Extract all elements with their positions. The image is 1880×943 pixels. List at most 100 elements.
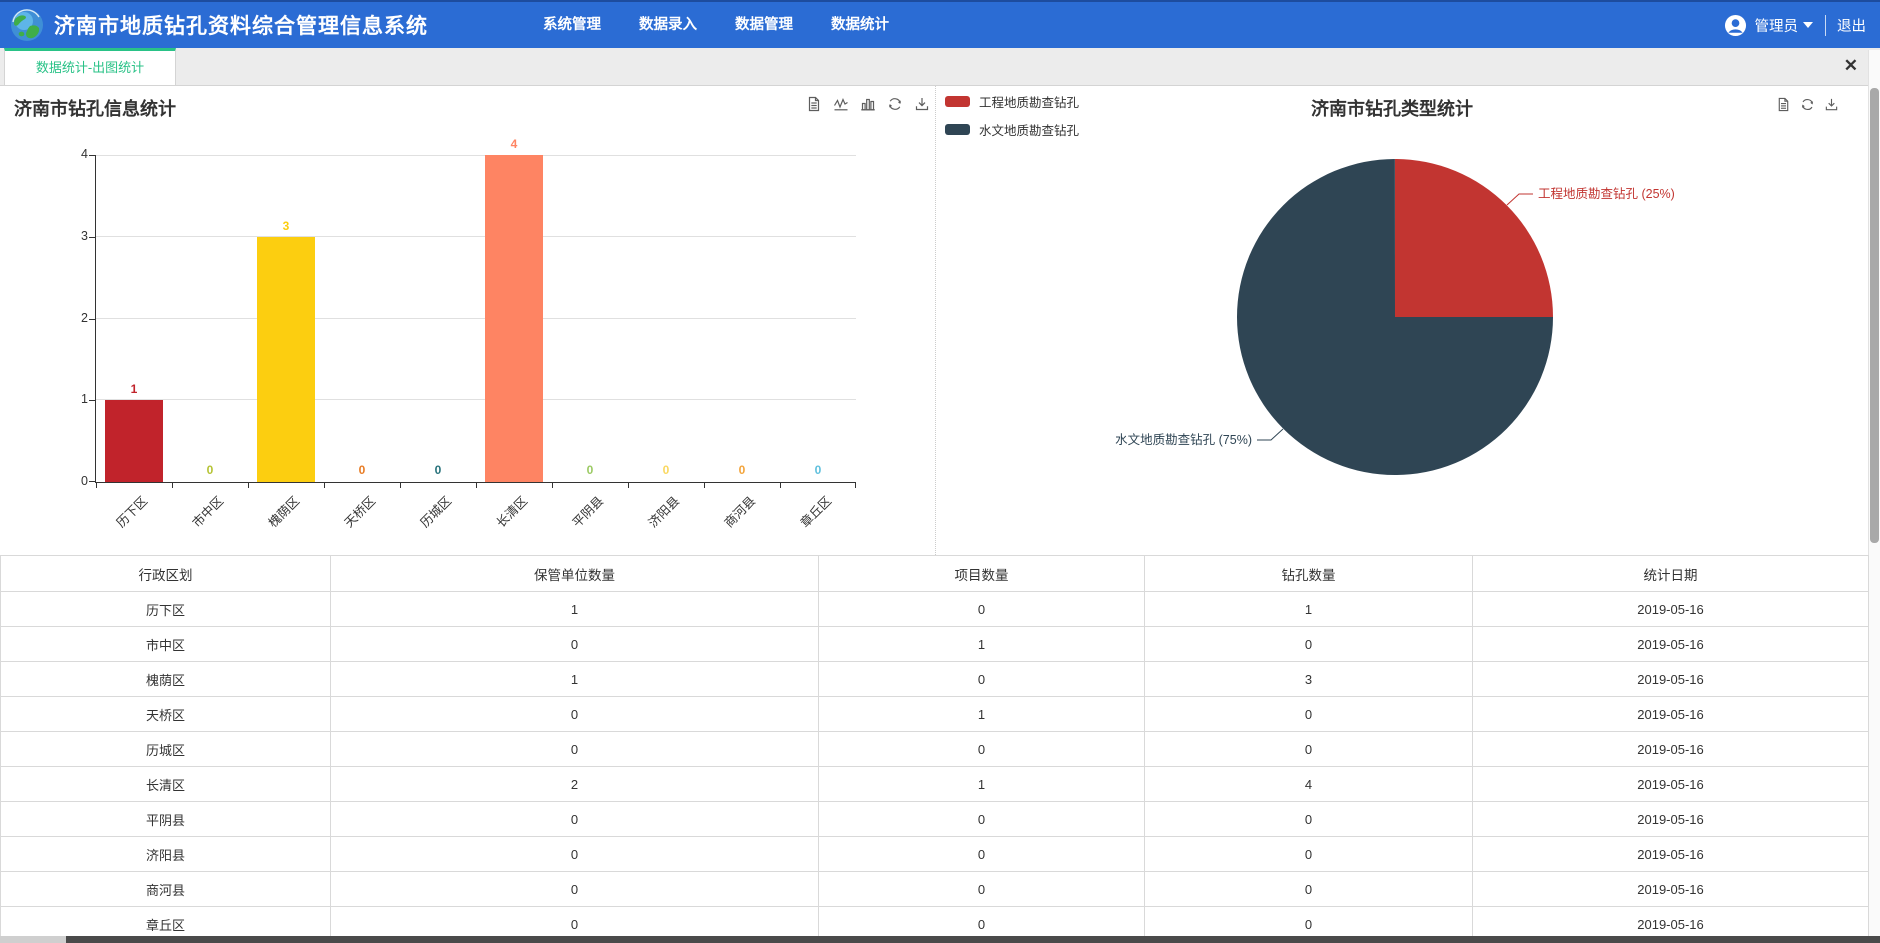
y-axis-tick [89,237,96,238]
horizontal-scrollbar-thumb[interactable] [66,936,1880,943]
x-axis-tick [628,482,629,488]
table-row: 天桥区0102019-05-16 [1,697,1869,732]
vertical-scrollbar-thumb[interactable] [1870,88,1879,543]
table-row: 槐荫区1032019-05-16 [1,662,1869,697]
pie-chart-title: 济南市钻孔类型统计 [1311,95,1473,121]
table-cell: 2019-05-16 [1473,697,1869,732]
y-axis-tick [89,400,96,401]
pie-slice-engineering[interactable] [1395,159,1553,317]
table-cell: 天桥区 [1,697,331,732]
table-cell: 1 [331,662,819,697]
table-header: 行政区划保管单位数量项目数量钻孔数量统计日期 [1,556,1869,592]
table-header-cell: 行政区划 [1,556,331,592]
tab-label: 数据统计-出图统计 [36,60,144,75]
header: 济南市地质钻孔资料综合管理信息系统 系统管理数据录入数据管理数据统计 管理员 退… [0,0,1880,48]
x-axis-category-label: 天桥区 [339,491,379,531]
table-cell: 1 [1145,592,1473,627]
pie-chart-toolbox [1776,97,1840,113]
gridline [96,236,856,237]
table-cell: 0 [331,732,819,767]
table-header-cell: 项目数量 [819,556,1145,592]
x-axis-category-label: 商河县 [719,491,759,531]
table-cell: 历城区 [1,732,331,767]
nav-item[interactable]: 数据录入 [620,2,716,48]
bar-value-label: 0 [172,463,248,477]
table-row: 历下区1012019-05-16 [1,592,1869,627]
bar-value-label: 3 [248,219,324,233]
nav-item[interactable]: 数据统计 [812,2,908,48]
x-axis-category-label: 槐荫区 [263,491,303,531]
user-area: 管理员 退出 [1724,14,1867,37]
close-icon[interactable]: ✕ [1844,55,1858,77]
tab-data-statistics[interactable]: 数据统计-出图统计 [4,48,176,85]
table-cell: 0 [819,662,1145,697]
x-axis-tick [172,482,173,488]
bar-历下区[interactable] [105,400,163,482]
table-cell: 3 [1145,662,1473,697]
table-cell: 济阳县 [1,837,331,872]
bar-chart-toolbox [806,96,930,112]
save-as-image-icon[interactable] [914,96,930,112]
bar-长清区[interactable] [485,155,543,482]
table-cell: 1 [819,697,1145,732]
app-root: 济南市地质钻孔资料综合管理信息系统 系统管理数据录入数据管理数据统计 管理员 退… [0,0,1880,943]
table-row: 历城区0002019-05-16 [1,732,1869,767]
table-cell: 0 [331,697,819,732]
bar-value-label: 0 [628,463,704,477]
switch-to-line-chart-icon[interactable] [833,96,849,112]
y-axis-label: 2 [50,311,88,325]
legend-item-工程地质勘查钻孔[interactable]: 工程地质勘查钻孔 [945,92,1079,111]
globe-logo-icon [10,8,44,42]
bar-value-label: 0 [324,463,400,477]
legend-label: 工程地质勘查钻孔 [979,92,1079,111]
restore-icon[interactable] [887,96,903,112]
table-cell: 0 [1145,627,1473,662]
caret-down-icon[interactable] [1803,22,1813,28]
table-row: 市中区0102019-05-16 [1,627,1869,662]
bar-value-label: 0 [780,463,856,477]
y-axis-label: 0 [50,474,88,488]
switch-to-bar-chart-icon[interactable] [860,96,876,112]
x-axis-category-label: 历下区 [111,491,151,531]
bar-value-label: 4 [476,137,552,151]
x-axis-category-label: 历城区 [415,491,455,531]
app-title: 济南市地质钻孔资料综合管理信息系统 [54,10,428,40]
save-as-image-icon[interactable] [1824,97,1840,113]
pie-chart: 工程地质勘查钻孔 (25%) 水文地质勘查钻孔 (75%) [935,120,1868,540]
table-cell: 商河县 [1,872,331,907]
x-axis-tick [552,482,553,488]
y-axis-tick [89,319,96,320]
user-menu[interactable]: 管理员 [1755,15,1799,36]
table-cell: 长清区 [1,767,331,802]
table-cell: 2019-05-16 [1473,627,1869,662]
table-cell: 0 [819,592,1145,627]
table-header-cell: 统计日期 [1473,556,1869,592]
data-view-icon[interactable] [806,96,822,112]
data-view-icon[interactable] [1776,97,1792,113]
table-cell: 0 [1145,872,1473,907]
gridline [96,318,856,319]
table-cell: 0 [331,872,819,907]
x-axis-category-label: 章丘区 [795,491,835,531]
gridline [96,399,856,400]
table-cell: 0 [331,837,819,872]
x-axis-category-label: 平阴县 [567,491,607,531]
bar-槐荫区[interactable] [257,237,315,482]
logout-button[interactable]: 退出 [1825,15,1866,36]
table-cell: 2019-05-16 [1473,802,1869,837]
pie-leader-hydro [1257,429,1283,440]
bar-value-label: 0 [552,463,628,477]
restore-icon[interactable] [1800,97,1816,113]
main-nav: 系统管理数据录入数据管理数据统计 [524,2,908,48]
x-axis-tick [476,482,477,488]
statistics-table: 行政区划保管单位数量项目数量钻孔数量统计日期 历下区1012019-05-16市… [0,555,1869,942]
table-cell: 槐荫区 [1,662,331,697]
pie-leader-engineering [1507,194,1533,205]
table-row: 济阳县0002019-05-16 [1,837,1869,872]
nav-item[interactable]: 数据管理 [716,2,812,48]
nav-item[interactable]: 系统管理 [524,2,620,48]
table-cell: 1 [819,627,1145,662]
user-avatar-icon[interactable] [1724,14,1747,37]
table-cell: 2019-05-16 [1473,662,1869,697]
tab-bar: 数据统计-出图统计 ✕ [0,48,1880,86]
